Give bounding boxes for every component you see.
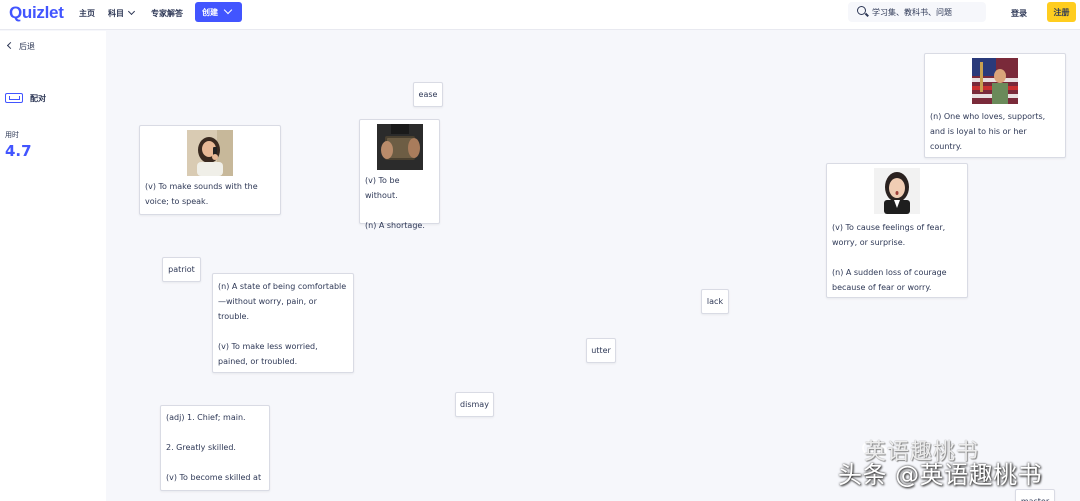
term-tile-patriot[interactable]: patriot [162,257,201,282]
chevron-left-icon [6,41,15,50]
definition-text: (n) One who loves, supports, and is loya… [930,112,1046,151]
woman-on-phone-image [187,130,233,176]
empty-wallet-image [376,124,423,170]
term-tile-utter[interactable]: utter [586,338,616,363]
flag-waving-image [972,58,1018,104]
nav-expert-solutions[interactable]: 专家解答 [151,8,183,19]
signup-button[interactable]: 注册 [1047,2,1076,22]
watermark-toutiao: 头条 @英语趣桃书 [838,461,1043,489]
nav-subjects-label: 科目 [108,9,124,18]
chevron-down-icon [127,7,136,16]
nav-subjects[interactable]: 科目 [108,7,136,19]
mode-label: 配对 [30,94,46,103]
definition-tile-utter[interactable]: (v) To make sounds with the voice; to sp… [139,125,281,215]
search-input[interactable] [872,5,982,19]
definition-tile-dismay[interactable]: (v) To cause feelings of fear, worry, or… [826,163,968,298]
term-tile-dismay[interactable]: dismay [455,392,494,417]
search-bar[interactable] [848,2,986,22]
definition-text: (v) To cause feelings of fear, worry, or… [832,223,947,292]
definition-tile-ease[interactable]: (n) A state of being comfortable—without… [212,273,354,373]
login-button[interactable]: 登录 [1011,8,1027,19]
definition-text: (v) To make sounds with the voice; to sp… [145,182,258,206]
term-tile-master[interactable]: master [1015,489,1055,501]
match-board: ease patriot lack utter dismay master (v… [106,31,1080,501]
match-mode-icon [5,93,23,103]
definition-tile-master[interactable]: (adj) 1. Chief; main. 2. Greatly skilled… [160,405,270,491]
chevron-down-icon [223,5,233,15]
quizlet-logo[interactable]: Quizlet [9,3,64,23]
definition-text: (v) To be without. (n) A shortage. [365,176,425,230]
search-icon [857,6,866,15]
create-button[interactable]: 创建 [195,2,242,22]
match-mode-title: 配对 [5,91,46,104]
term-tile-ease[interactable]: ease [413,82,443,107]
back-button[interactable]: 后退 [6,41,35,52]
back-label: 后退 [19,42,35,51]
top-nav-bar: Quizlet 主页 科目 专家解答 创建 登录 注册 [0,0,1080,30]
nav-home[interactable]: 主页 [79,8,95,19]
definition-text: (n) A state of being comfortable—without… [218,282,347,366]
timer-label: 用时 [5,131,19,139]
term-tile-lack[interactable]: lack [701,289,729,314]
create-button-label: 创建 [202,8,218,17]
definition-text: (adj) 1. Chief; main. 2. Greatly skilled… [166,413,262,482]
match-sidebar: 后退 配对 用时 4.7 [0,31,106,501]
definition-tile-lack[interactable]: (v) To be without. (n) A shortage. [359,119,440,230]
definition-tile-patriot[interactable]: (n) One who loves, supports, and is loya… [924,53,1066,158]
timer-value: 4.7 [5,142,32,160]
surprised-woman-image [874,168,920,214]
